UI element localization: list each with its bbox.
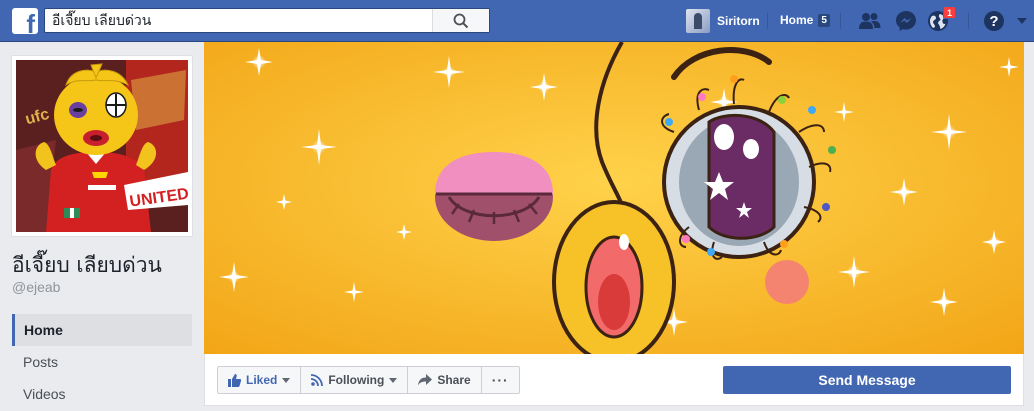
avatar: [686, 9, 710, 33]
search-button[interactable]: [432, 9, 489, 32]
share-arrow-icon: [418, 374, 433, 386]
share-button[interactable]: Share: [407, 366, 482, 394]
share-label: Share: [437, 373, 471, 387]
left-column: ufc UNITED! อีเจี๊ยบ เลียบด่วน @ejeab Ho…: [0, 43, 204, 411]
notifications-count-badge: 1: [943, 6, 956, 19]
profile-link[interactable]: Siritorn: [686, 8, 760, 34]
friend-requests-icon[interactable]: [858, 9, 882, 33]
home-link[interactable]: Home 5: [780, 13, 830, 27]
more-options-button[interactable]: ···: [480, 366, 520, 394]
account-menu-chevron-down-icon[interactable]: [1010, 9, 1034, 33]
profile-picture-artwork: ufc UNITED!: [16, 60, 188, 232]
more-dots-icon: ···: [491, 372, 509, 388]
page-action-bar: Liked Following Share ··· Send Message: [204, 354, 1024, 406]
help-icon[interactable]: ?: [982, 9, 1006, 33]
following-label: Following: [328, 373, 385, 387]
profile-name: Siritorn: [717, 14, 760, 28]
liked-label: Liked: [246, 373, 278, 387]
home-count-badge: 5: [818, 13, 830, 27]
chevron-down-icon: [282, 377, 291, 383]
messenger-icon[interactable]: [894, 9, 918, 33]
send-message-button[interactable]: Send Message: [723, 366, 1011, 394]
left-nav-item-home[interactable]: Home: [12, 314, 192, 346]
following-button[interactable]: Following: [300, 366, 409, 394]
left-nav-item-videos[interactable]: Videos: [12, 378, 192, 410]
divider: [968, 13, 969, 29]
rss-feed-icon: [311, 374, 324, 386]
facebook-logo-icon[interactable]: f: [12, 8, 38, 34]
divider: [767, 13, 768, 29]
top-navigation-bar: f Siritorn Home 5: [0, 0, 1034, 42]
page-actions-group: Liked Following Share ···: [217, 366, 520, 394]
left-nav-item-posts[interactable]: Posts: [12, 346, 192, 378]
search-input[interactable]: [45, 9, 435, 32]
page-title[interactable]: อีเจี๊ยบ เลียบด่วน: [12, 249, 162, 282]
thumbs-up-icon: [228, 373, 241, 387]
chevron-down-icon: [389, 377, 398, 383]
home-label: Home: [780, 13, 814, 27]
search-icon: [453, 13, 469, 28]
cover-photo[interactable]: [204, 42, 1024, 354]
divider: [840, 13, 841, 29]
search-box: [44, 8, 490, 33]
svg-text:?: ?: [989, 13, 998, 30]
page-profile-picture[interactable]: ufc UNITED!: [11, 55, 193, 237]
page-navigation: Home Posts Videos: [12, 314, 192, 410]
liked-button[interactable]: Liked: [217, 366, 302, 394]
page-username[interactable]: @ejeab: [12, 279, 60, 295]
